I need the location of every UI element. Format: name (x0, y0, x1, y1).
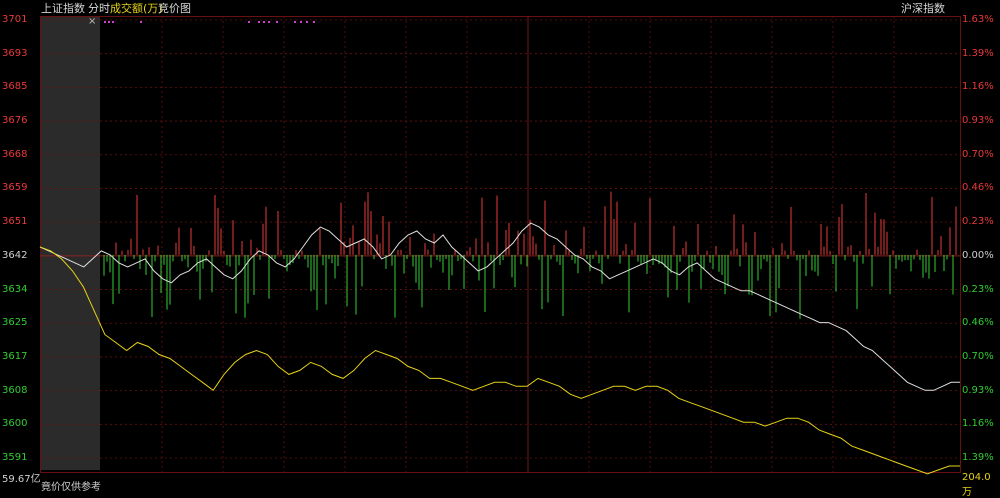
left-axis-tick: 3608 (2, 384, 28, 396)
auction-marker (268, 21, 270, 23)
left-axis-tick: 3651 (2, 216, 28, 228)
index-switch-link[interactable]: 沪深指数 (901, 0, 945, 18)
total-turnover-value: 59.67亿 (2, 474, 41, 485)
right-axis-tick: 0.70% (962, 148, 994, 160)
left-axis-tick: 3668 (2, 148, 28, 160)
auction-marker (294, 21, 296, 23)
right-axis-tick: 0.93% (962, 384, 994, 396)
auction-marker (313, 21, 315, 23)
right-axis-tick: 0.00% (962, 249, 994, 261)
tab-auction-chart[interactable]: 竞价图 (158, 0, 191, 18)
right-axis-tick: 0.46% (962, 182, 994, 194)
auction-marker (104, 21, 106, 23)
left-axis-tick: 3693 (2, 47, 28, 59)
left-axis-tick: 3617 (2, 350, 28, 362)
right-axis-tick: 1.39% (962, 47, 994, 59)
left-axis-tick: 3701 (2, 14, 28, 25)
tab-volume[interactable]: 成交额(万) (110, 0, 163, 18)
right-axis-tick: 0.46% (962, 317, 994, 329)
timeshare-chart-window: 上证指数 分时 成交额(万) 竞价图 沪深指数 × 3701 3693 3685 36… (0, 0, 1000, 498)
left-axis-tick: 3600 (2, 418, 28, 430)
index-name-label[interactable]: 上证指数 (41, 0, 85, 18)
left-axis-tick: 3625 (2, 317, 28, 329)
auction-marker (263, 21, 265, 23)
auction-reference-label: 竟价仅供参考 (41, 482, 101, 493)
close-auction-icon[interactable]: × (88, 16, 96, 27)
right-axis-tick: 0.70% (962, 350, 994, 362)
auction-zone (40, 16, 100, 470)
volume-scale-value: 204.0万 (962, 472, 991, 498)
right-axis-tick: 1.63% (962, 14, 994, 25)
auction-marker (112, 21, 114, 23)
auction-marker (140, 21, 142, 23)
auction-marker (300, 21, 302, 23)
price-line (39, 222, 960, 391)
left-axis-tick: 3685 (2, 81, 28, 93)
left-axis-tick: 3676 (2, 115, 28, 127)
left-axis-tick: 3642 (2, 249, 28, 261)
auction-marker (306, 21, 308, 23)
average-line (39, 246, 960, 475)
right-axis-tick: 0.93% (962, 115, 994, 127)
timeshare-chart (39, 16, 961, 475)
auction-marker (258, 21, 260, 23)
left-axis-tick: 3659 (2, 182, 28, 194)
auction-marker (248, 21, 250, 23)
right-axis-tick: 1.39% (962, 452, 994, 463)
left-axis-tick: 3591 (2, 452, 28, 463)
right-axis-tick: 1.16% (962, 418, 994, 430)
right-axis-tick: 0.23% (962, 216, 994, 228)
left-axis-tick: 3634 (2, 283, 28, 295)
right-axis-tick: 1.16% (962, 81, 994, 93)
auction-marker (276, 21, 278, 23)
right-axis-tick: 0.23% (962, 283, 994, 295)
auction-marker (108, 21, 110, 23)
